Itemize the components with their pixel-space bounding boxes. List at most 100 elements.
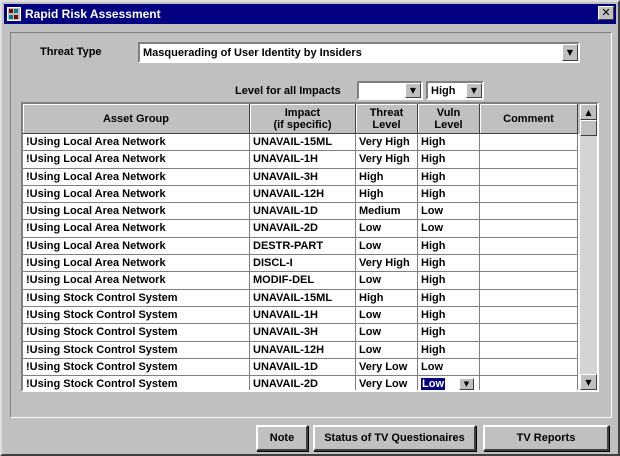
- vuln-level-all-dropdown[interactable]: High ▼: [426, 81, 484, 100]
- vuln-level-cell[interactable]: High: [418, 134, 480, 152]
- asset-group-cell[interactable]: !Using Stock Control System: [23, 376, 250, 390]
- table-row[interactable]: !Using Local Area Network DISCL-I Very Hig…: [23, 255, 597, 273]
- comment-cell[interactable]: [480, 289, 578, 307]
- impact-cell[interactable]: DESTR-PART: [250, 237, 356, 256]
- asset-group-cell[interactable]: !Using Local Area Network: [23, 272, 250, 290]
- impact-level-dropdown[interactable]: ▼: [357, 81, 423, 100]
- header-comment[interactable]: Comment: [480, 104, 578, 134]
- close-button[interactable]: ✕: [598, 6, 614, 20]
- comment-cell[interactable]: [480, 272, 578, 290]
- impact-cell[interactable]: UNAVAIL-15ML: [250, 134, 356, 152]
- vuln-level-cell[interactable]: High: [418, 168, 480, 186]
- vuln-level-cell[interactable]: Low: [418, 220, 480, 238]
- comment-cell[interactable]: [480, 341, 578, 359]
- asset-group-cell[interactable]: !Using Local Area Network: [23, 168, 250, 186]
- table-row[interactable]: !Using Local Area Network UNAVAIL-3H High H…: [23, 168, 597, 186]
- asset-group-cell[interactable]: !Using Local Area Network: [23, 151, 250, 169]
- vuln-level-cell[interactable]: High: [418, 289, 480, 307]
- threat-type-dropdown[interactable]: Masquerading of User Identity by Insider…: [138, 42, 580, 63]
- comment-cell[interactable]: [480, 237, 578, 256]
- threat-level-cell[interactable]: Very Low: [356, 376, 418, 390]
- comment-cell[interactable]: [480, 255, 578, 273]
- chevron-down-icon[interactable]: ▼: [405, 83, 421, 98]
- threat-level-cell[interactable]: Very High: [356, 134, 418, 152]
- table-row[interactable]: !Using Stock Control System UNAVAIL-1D Ver…: [23, 358, 597, 377]
- impact-cell[interactable]: UNAVAIL-3H: [250, 168, 356, 186]
- vuln-level-cell[interactable]: Low: [418, 203, 480, 221]
- asset-group-cell[interactable]: !Using Local Area Network: [23, 237, 250, 256]
- table-row[interactable]: !Using Local Area Network UNAVAIL-15ML Ver…: [23, 134, 597, 152]
- asset-group-cell[interactable]: !Using Stock Control System: [23, 341, 250, 359]
- table-row[interactable]: !Using Local Area Network UNAVAIL-2D Low Lo…: [23, 220, 597, 238]
- scrollbar-thumb[interactable]: [580, 120, 597, 136]
- impact-cell[interactable]: UNAVAIL-1D: [250, 203, 356, 221]
- threat-level-cell[interactable]: Low: [356, 306, 418, 325]
- threat-level-cell[interactable]: Low: [356, 220, 418, 238]
- asset-group-cell[interactable]: !Using Stock Control System: [23, 306, 250, 325]
- note-button[interactable]: Note: [256, 425, 308, 451]
- tv-reports-button[interactable]: TV Reports: [483, 425, 609, 451]
- threat-level-cell[interactable]: High: [356, 289, 418, 307]
- vuln-level-cell[interactable]: High: [418, 237, 480, 256]
- impact-cell[interactable]: UNAVAIL-1H: [250, 151, 356, 169]
- impact-cell[interactable]: UNAVAIL-1H: [250, 306, 356, 325]
- header-threat-level[interactable]: Threat Level: [356, 104, 418, 134]
- asset-group-cell[interactable]: !Using Local Area Network: [23, 134, 250, 152]
- threat-level-cell[interactable]: Very Low: [356, 358, 418, 377]
- comment-cell[interactable]: [480, 168, 578, 186]
- vuln-level-cell[interactable]: High: [418, 306, 480, 325]
- asset-group-cell[interactable]: !Using Stock Control System: [23, 289, 250, 307]
- table-row[interactable]: !Using Local Area Network UNAVAIL-12H High…: [23, 185, 597, 204]
- vuln-level-cell[interactable]: Low: [418, 358, 480, 377]
- vertical-scrollbar[interactable]: ▲ ▼: [580, 104, 597, 390]
- table-row[interactable]: !Using Stock Control System UNAVAIL-2D Ver…: [23, 376, 597, 390]
- comment-cell[interactable]: [480, 220, 578, 238]
- comment-cell[interactable]: [480, 134, 578, 152]
- threat-level-cell[interactable]: Low: [356, 272, 418, 290]
- threat-level-cell[interactable]: Medium: [356, 203, 418, 221]
- comment-cell[interactable]: [480, 306, 578, 325]
- chevron-down-icon[interactable]: ▼: [562, 44, 578, 61]
- vuln-level-cell[interactable]: Low ▼: [418, 376, 480, 390]
- table-row[interactable]: !Using Stock Control System UNAVAIL-1H Low…: [23, 306, 597, 325]
- table-row[interactable]: !Using Local Area Network UNAVAIL-1D Mediu…: [23, 203, 597, 221]
- vuln-level-cell[interactable]: High: [418, 151, 480, 169]
- chevron-down-icon[interactable]: ▼: [459, 378, 474, 390]
- impact-cell[interactable]: UNAVAIL-1D: [250, 358, 356, 377]
- table-row[interactable]: !Using Local Area Network MODIF-DEL Low Hig…: [23, 272, 597, 290]
- table-row[interactable]: !Using Stock Control System UNAVAIL-15ML H…: [23, 289, 597, 307]
- chevron-down-icon[interactable]: ▼: [466, 83, 482, 98]
- comment-cell[interactable]: [480, 151, 578, 169]
- vuln-level-cell[interactable]: High: [418, 272, 480, 290]
- impact-cell[interactable]: UNAVAIL-12H: [250, 341, 356, 359]
- threat-level-cell[interactable]: Low: [356, 324, 418, 342]
- impact-cell[interactable]: UNAVAIL-2D: [250, 376, 356, 390]
- title-bar[interactable]: Rapid Risk Assessment ✕: [4, 4, 616, 24]
- asset-group-cell[interactable]: !Using Local Area Network: [23, 255, 250, 273]
- vuln-level-cell[interactable]: High: [418, 185, 480, 204]
- status-questionnaires-button[interactable]: Status of TV Questionaires: [313, 425, 476, 451]
- asset-group-cell[interactable]: !Using Local Area Network: [23, 203, 250, 221]
- threat-level-cell[interactable]: High: [356, 185, 418, 204]
- threat-level-cell[interactable]: Low: [356, 237, 418, 256]
- asset-group-cell[interactable]: !Using Local Area Network: [23, 220, 250, 238]
- asset-group-cell[interactable]: !Using Local Area Network: [23, 185, 250, 204]
- comment-cell[interactable]: [480, 203, 578, 221]
- header-impact[interactable]: Impact (if specific): [250, 104, 356, 134]
- vuln-level-cell[interactable]: High: [418, 324, 480, 342]
- threat-level-cell[interactable]: Very High: [356, 151, 418, 169]
- arrow-down-icon[interactable]: ▼: [580, 374, 597, 390]
- asset-group-cell[interactable]: !Using Stock Control System: [23, 358, 250, 377]
- table-row[interactable]: !Using Local Area Network DESTR-PART Low Hi…: [23, 237, 597, 256]
- threat-level-cell[interactable]: High: [356, 168, 418, 186]
- impact-cell[interactable]: UNAVAIL-12H: [250, 185, 356, 204]
- impact-cell[interactable]: DISCL-I: [250, 255, 356, 273]
- asset-group-cell[interactable]: !Using Stock Control System: [23, 324, 250, 342]
- impact-cell[interactable]: MODIF-DEL: [250, 272, 356, 290]
- impact-cell[interactable]: UNAVAIL-15ML: [250, 289, 356, 307]
- comment-cell[interactable]: [480, 185, 578, 204]
- comment-cell[interactable]: [480, 376, 578, 390]
- impact-cell[interactable]: UNAVAIL-2D: [250, 220, 356, 238]
- comment-cell[interactable]: [480, 324, 578, 342]
- table-row[interactable]: !Using Local Area Network UNAVAIL-1H Very …: [23, 151, 597, 169]
